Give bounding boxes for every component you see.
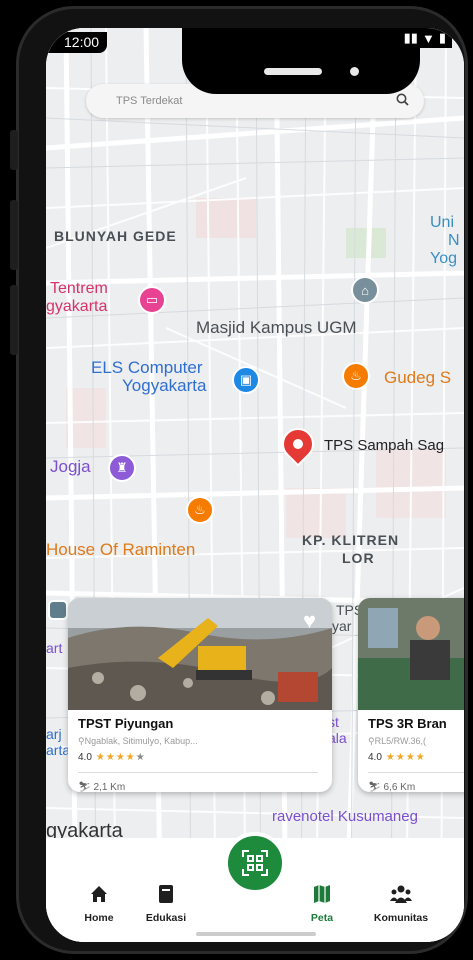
- map-label: BLUNYAH GEDE: [54, 228, 177, 244]
- map-label: ELS Computer: [91, 358, 203, 377]
- map-roads: [46, 28, 464, 942]
- card-title: TPST Piyungan: [78, 716, 174, 731]
- camera: [350, 67, 359, 76]
- wifi-icon: ▼: [421, 30, 435, 46]
- map-label: Yog: [430, 250, 457, 267]
- nav-komunitas[interactable]: Komunitas: [366, 884, 436, 924]
- tps-photo: [68, 598, 332, 710]
- restaurant-pin-icon[interactable]: ♨: [342, 362, 370, 390]
- qr-scan-icon: [242, 850, 268, 876]
- home-icon: [64, 884, 134, 908]
- nav-label: Edukasi: [145, 912, 187, 924]
- favorite-heart-icon[interactable]: ♥: [303, 608, 316, 634]
- landmark-pin-icon[interactable]: ♜: [108, 454, 136, 482]
- hotel-pin-icon[interactable]: ▭: [138, 286, 166, 314]
- bottom-navigation: Home Edukasi Peta Komunitas: [46, 832, 464, 942]
- card-address: ⚲RL5/RW.36,(: [368, 736, 426, 746]
- map-label: arta: [46, 742, 71, 758]
- side-button: [10, 130, 18, 170]
- map-label: House Of Raminten: [46, 540, 196, 559]
- map-label: LOR: [342, 550, 375, 566]
- signal-icon: ▮▮: [403, 30, 418, 45]
- location-icon: ⚲: [368, 736, 375, 746]
- nav-peta[interactable]: Peta: [287, 884, 357, 924]
- bus-stop-icon[interactable]: [48, 600, 68, 620]
- walking-icon: ⛷: [78, 782, 91, 792]
- card-distance: ⛷ 6,6 Km: [368, 782, 416, 792]
- map-label: Masjid Kampus UGM: [196, 318, 357, 337]
- nav-label: Komunitas: [373, 912, 429, 924]
- book-icon: [131, 884, 201, 908]
- nav-home[interactable]: Home: [64, 884, 134, 924]
- divider: [78, 772, 318, 773]
- restaurant-pin-icon[interactable]: ♨: [186, 496, 214, 524]
- side-button: [10, 200, 18, 270]
- map-label: yar: [332, 618, 352, 634]
- card-title: TPS 3R Bran: [368, 716, 447, 731]
- speaker: [264, 68, 322, 75]
- status-icons: ▮▮ ▼ ▮: [362, 28, 452, 48]
- search-icon[interactable]: [388, 93, 416, 109]
- map-label: KP. KLITREN: [302, 532, 400, 548]
- scan-qr-button[interactable]: [224, 832, 286, 894]
- mosque-pin-icon[interactable]: ⌂: [351, 276, 379, 304]
- search-input[interactable]: TPS Terdekat: [116, 95, 388, 107]
- app-screen: BLUNYAH GEDE Tentrem gyakarta Masjid Kam…: [46, 28, 464, 942]
- map-label: arj: [46, 726, 62, 742]
- star-rating-icon: ★★★★★: [95, 752, 146, 763]
- divider: [368, 772, 464, 773]
- battery-icon: ▮: [438, 30, 446, 45]
- map-label: TPS Sampah Sag: [324, 437, 445, 454]
- map-label: art: [46, 640, 63, 656]
- nav-label: Home: [84, 912, 114, 924]
- map-label: Uni: [430, 214, 455, 231]
- nav-edukasi[interactable]: Edukasi: [131, 884, 201, 924]
- card-rating: 4.0 ★★★★★: [78, 752, 146, 763]
- walking-icon: ⛷: [368, 782, 381, 792]
- map-label: N: [448, 232, 460, 249]
- location-icon: ⚲: [78, 736, 85, 746]
- tps-photo: [358, 598, 464, 710]
- card-rating: 4.0 ★★★★: [368, 752, 426, 763]
- star-rating-icon: ★★★★: [385, 752, 426, 763]
- map-label: Jogja: [50, 457, 91, 476]
- status-time: 12:00: [46, 32, 108, 53]
- map-label: Gudeg S: [384, 368, 452, 387]
- nav-label: Peta: [310, 912, 334, 924]
- map-icon: [287, 884, 357, 908]
- map-label: Yogyakarta: [122, 376, 207, 395]
- shopping-pin-icon[interactable]: ▣: [232, 366, 260, 394]
- card-address: ⚲Ngablak, Sitimulyo, Kabup...: [78, 736, 198, 746]
- community-icon: [366, 884, 436, 908]
- side-button: [10, 285, 18, 355]
- map-view[interactable]: BLUNYAH GEDE Tentrem gyakarta Masjid Kam…: [46, 28, 464, 942]
- card-distance: ⛷ 2,1 Km: [78, 782, 126, 792]
- map-label: Tentrem: [50, 280, 108, 297]
- home-indicator: [196, 932, 316, 936]
- tps-card[interactable]: TPS 3R Bran ⚲RL5/RW.36,( 4.0 ★★★★ ⛷ 6,6 K…: [358, 598, 464, 792]
- tps-card[interactable]: ♥ TPST Piyungan ⚲Ngablak, Sitimulyo, Kab…: [68, 598, 332, 792]
- map-label: ravenotel Kusumaneg: [272, 808, 418, 825]
- map-label: gyakarta: [46, 298, 108, 315]
